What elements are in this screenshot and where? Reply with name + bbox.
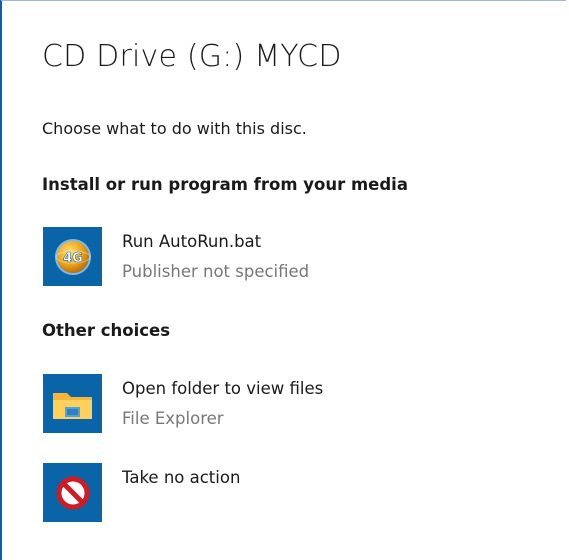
option-open-folder[interactable]: Open folder to view files File Explorer (42, 374, 522, 438)
no-action-icon (43, 463, 102, 522)
dialog-subtitle: Choose what to do with this disc. (42, 119, 307, 138)
autorun-4g-icon: 4G (43, 227, 102, 286)
option-sublabel: Publisher not specified (122, 262, 310, 281)
option-run-autorun[interactable]: 4G Run AutoRun.bat Publisher not specifi… (42, 227, 522, 291)
option-sublabel: File Explorer (122, 409, 224, 428)
autorun-icon-text: 4G (63, 251, 83, 266)
option-take-no-action[interactable]: Take no action (42, 463, 522, 527)
folder-icon (43, 374, 102, 433)
option-label: Take no action (122, 468, 241, 487)
section-heading-install: Install or run program from your media (42, 175, 408, 194)
option-label: Run AutoRun.bat (122, 232, 262, 251)
dialog-title: CD Drive (G:) MYCD (42, 39, 342, 74)
autoplay-dialog: CD Drive (G:) MYCD Choose what to do wit… (0, 0, 566, 560)
section-heading-other: Other choices (42, 321, 171, 340)
option-label: Open folder to view files (122, 379, 324, 398)
